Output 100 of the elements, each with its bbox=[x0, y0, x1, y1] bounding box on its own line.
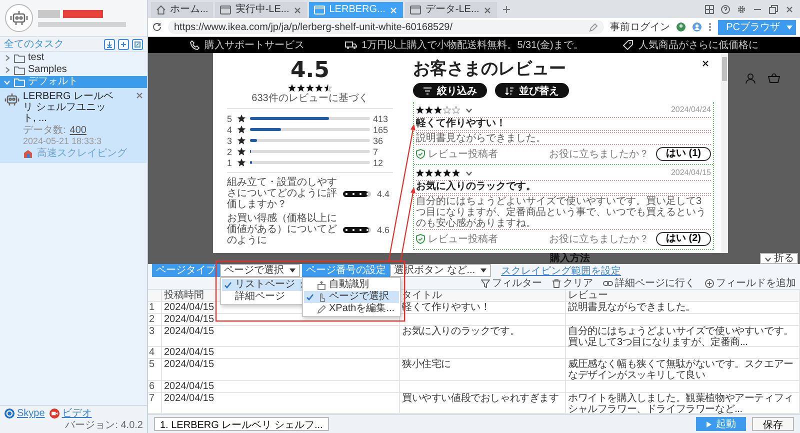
shield-check-icon bbox=[416, 234, 425, 244]
table-cell: 2024/04/15 bbox=[162, 347, 400, 360]
toolbar-action[interactable]: 詳細ページに行く bbox=[603, 276, 695, 290]
robot-icon bbox=[4, 91, 20, 107]
helpful-button[interactable]: はい (1) bbox=[656, 147, 711, 161]
toolbar-action[interactable]: クリア bbox=[552, 276, 593, 290]
address-field[interactable]: https://www.ikea.com/jp/ja/p/lerberg-shelf-unit-white-60168529/ bbox=[168, 20, 604, 34]
truck-icon bbox=[344, 40, 357, 50]
footer-link[interactable]: Skype bbox=[4, 408, 45, 419]
browser-tab[interactable]: ホーム... bbox=[151, 2, 214, 18]
new-tab-icon[interactable] bbox=[502, 4, 512, 14]
export-icon[interactable] bbox=[132, 38, 143, 50]
fold-button[interactable]: 折る bbox=[760, 253, 798, 264]
rating-count: 7 bbox=[373, 146, 380, 156]
help-icon[interactable] bbox=[721, 4, 730, 14]
restore-icon[interactable] bbox=[769, 4, 778, 14]
row-number: 1 bbox=[148, 302, 162, 314]
table-cell: 2024/04/15 bbox=[162, 314, 400, 326]
folder-icon bbox=[14, 78, 25, 86]
review-date: 2024/04/24 bbox=[670, 105, 711, 114]
menu-item[interactable]: ページで選択 bbox=[304, 291, 399, 303]
circle-logo-icon bbox=[4, 408, 15, 419]
banner-text: 購入サポートサービス bbox=[204, 38, 305, 52]
table-cell: お気に入りのラックです。 bbox=[400, 326, 566, 348]
url-text: https://www.ikea.com/jp/ja/p/lerberg-shelf-unit-white-60168529/ bbox=[174, 22, 454, 32]
browser-tab[interactable]: データ-LE... bbox=[405, 2, 498, 18]
rating-count: 36 bbox=[373, 136, 384, 146]
scrape-range-link[interactable]: スクレイピング範囲を設定 bbox=[501, 264, 622, 278]
chevron-right-icon[interactable] bbox=[3, 54, 11, 62]
redacted-name bbox=[63, 10, 103, 18]
star-icon bbox=[237, 136, 246, 145]
table-cell: 自分的にはちょうどよいサイズで使いやすいです。買い足して3つ目になりますが、定番商... bbox=[566, 326, 800, 348]
toolbar-action[interactable]: フィルター bbox=[481, 276, 542, 290]
footer-link[interactable]: ビデオ bbox=[48, 408, 92, 419]
import-icon[interactable] bbox=[104, 38, 115, 50]
average-rating: 4.5 bbox=[290, 59, 330, 83]
table-cell: 狭小住宅に bbox=[400, 359, 566, 381]
question-text: お買い得感（価格以上に価値がある）についてどのように bbox=[227, 213, 337, 246]
column-header: レビュー bbox=[566, 290, 800, 302]
shield-check-icon bbox=[416, 149, 425, 159]
next-button-dropdown[interactable]: 選択ボタン など... bbox=[390, 264, 492, 277]
check-icon bbox=[224, 281, 232, 289]
pill-button[interactable]: 並び替え bbox=[495, 83, 569, 98]
trash-icon bbox=[552, 278, 561, 288]
basket-icon[interactable] bbox=[768, 73, 780, 83]
rating-count: 413 bbox=[373, 114, 390, 124]
sort-icon bbox=[505, 86, 514, 94]
review-text: 説明書見ながらできました。 bbox=[416, 132, 711, 145]
task-card[interactable]: LERBERG レールベリ シェルフユニット, ... データ数: 400 2024-05-21 18:33:3 高速スクレイピング bbox=[0, 88, 147, 163]
grid-icon[interactable] bbox=[705, 4, 714, 14]
add-icon[interactable] bbox=[118, 38, 129, 50]
page-type-dropdown[interactable]: ページで選択 bbox=[220, 264, 300, 277]
table-cell: 2024/04/15 bbox=[162, 359, 400, 381]
edit-icon[interactable] bbox=[589, 22, 598, 32]
helpful-question: お役に立ちましたか？ bbox=[549, 148, 649, 161]
helpful-button[interactable]: はい (2) bbox=[656, 232, 711, 246]
page-number-label: ページ番号の設定 bbox=[302, 264, 390, 277]
menu-item[interactable]: XPathを編集... bbox=[304, 303, 399, 315]
question-text: 組み立て・設置のしやすさについてどのように評価しますか？ bbox=[227, 177, 337, 210]
profile-icon[interactable] bbox=[676, 22, 686, 32]
account-icon[interactable] bbox=[692, 22, 702, 32]
reviewer-label: レビュー投稿者 bbox=[428, 232, 498, 246]
more-icon[interactable] bbox=[708, 22, 712, 32]
rating-label: 1 bbox=[227, 158, 234, 168]
pencil-icon bbox=[317, 304, 326, 314]
banner-text: 1万円以上購入で小物配送料無料。5/31(金)まで。 bbox=[362, 38, 584, 52]
modal-title: お客さまのレビュー bbox=[413, 59, 567, 79]
review-count-text: 633件のレビューに基づく bbox=[252, 93, 368, 104]
toolbar-action[interactable]: フィールドを追加 bbox=[705, 276, 796, 290]
star-icon bbox=[237, 125, 246, 134]
review-title: お気に入りのラックです。 bbox=[416, 180, 711, 194]
score-value: 4.4 bbox=[377, 188, 391, 198]
close-icon[interactable] bbox=[701, 59, 710, 68]
video-camera-icon bbox=[48, 408, 60, 419]
score-value: 4.6 bbox=[377, 224, 391, 234]
row-number: 6 bbox=[148, 380, 162, 393]
link-icon bbox=[603, 278, 613, 288]
table-cell: 説明書見ながらできました。 bbox=[566, 302, 800, 314]
person-icon[interactable] bbox=[745, 73, 756, 84]
section-heading: 購入方法 bbox=[550, 253, 590, 264]
chevron-right-icon[interactable] bbox=[3, 66, 11, 74]
task-tab[interactable]: 1. LERBERG レールベリ シェルフ... bbox=[154, 417, 329, 431]
folder-item[interactable]: Samples bbox=[0, 64, 147, 76]
page-icon bbox=[410, 5, 422, 15]
page-icon bbox=[220, 5, 232, 15]
table-cell: 2024/04/15 bbox=[162, 380, 400, 393]
settings-icon[interactable] bbox=[737, 4, 746, 14]
review-date: 2024/04/15 bbox=[670, 168, 711, 177]
data-count-link[interactable]: 400 bbox=[70, 125, 86, 136]
star-icon bbox=[237, 147, 246, 156]
play-icon bbox=[706, 420, 712, 428]
login-button[interactable]: 事前ログイン bbox=[610, 20, 670, 34]
browser-tab[interactable]: 実行中-LE... bbox=[215, 2, 308, 18]
filter-icon bbox=[423, 86, 432, 94]
save-button[interactable]: 保存 bbox=[752, 417, 794, 431]
refresh-icon[interactable] bbox=[152, 22, 162, 32]
rating-label: 4 bbox=[227, 124, 234, 134]
review-title: 軽くて作りやすい！ bbox=[416, 117, 711, 131]
pill-button[interactable]: 絞り込み bbox=[413, 83, 487, 98]
folder-item[interactable]: test bbox=[0, 52, 147, 64]
